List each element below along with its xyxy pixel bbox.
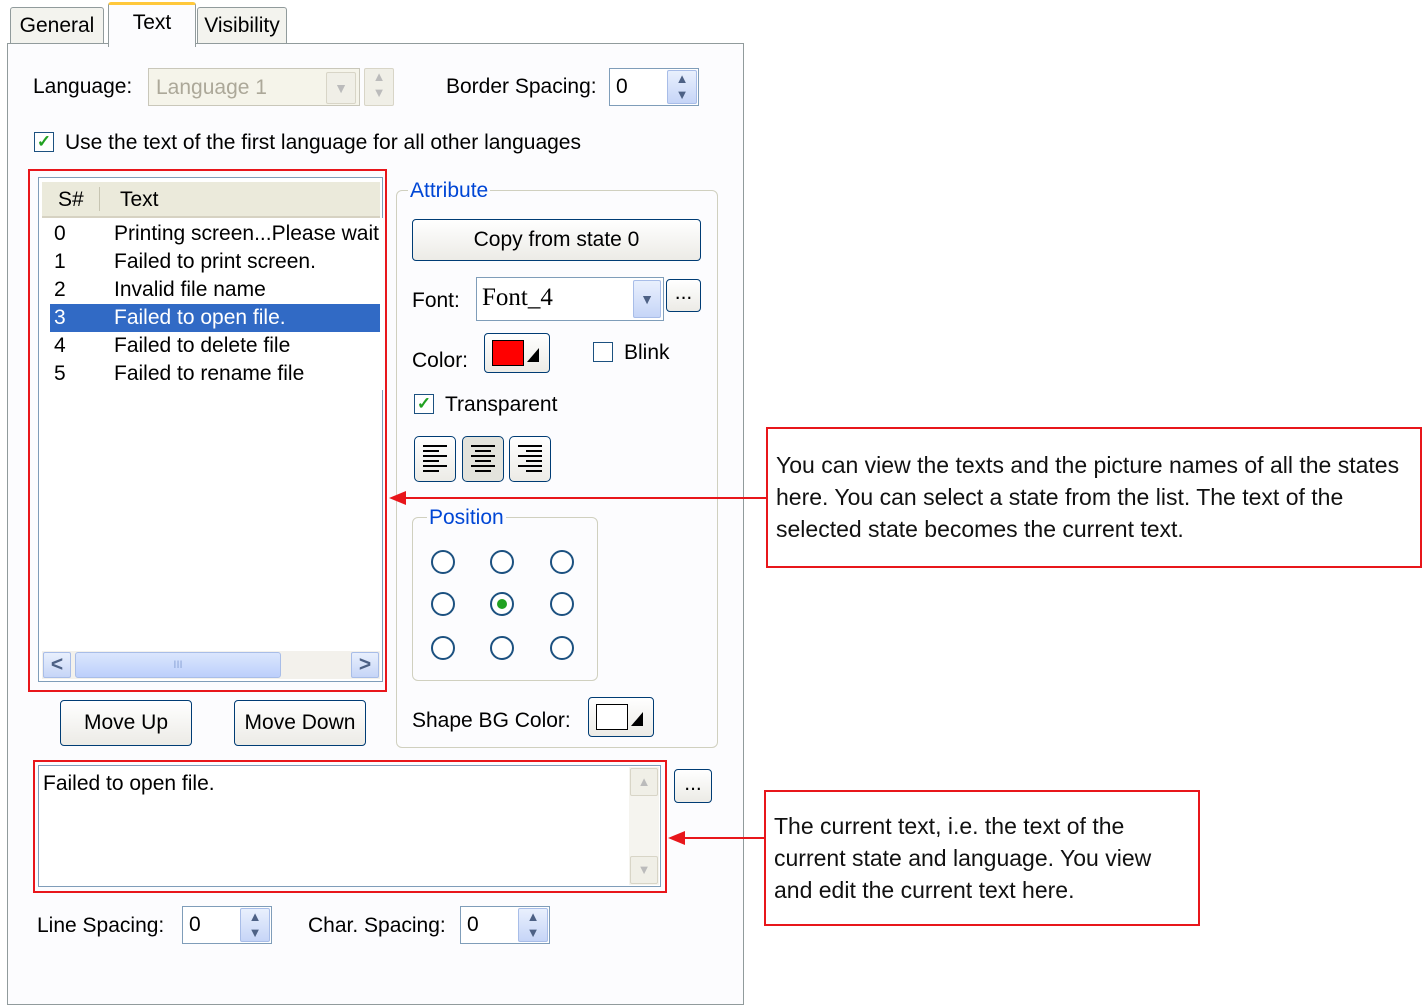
text-callout-text: The current text, i.e. the text of the c… <box>774 813 1152 903</box>
text-callout: The current text, i.e. the text of the c… <box>764 790 1200 926</box>
list-callout: You can view the texts and the picture n… <box>766 427 1422 568</box>
tab-text-label: Text <box>132 11 172 34</box>
text-callout-arrow-head <box>668 831 685 845</box>
list-callout-arrow-head <box>389 491 406 505</box>
tab-text[interactable]: Text <box>108 2 196 47</box>
list-callout-text: You can view the texts and the picture n… <box>776 452 1400 542</box>
